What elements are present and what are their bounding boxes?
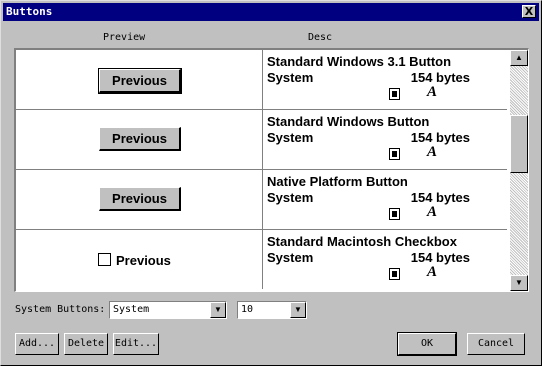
description-cell: Standard Macintosh Checkbox System 154 b… — [267, 234, 503, 286]
preview-checkbox-label: Previous — [116, 253, 171, 268]
column-header-preview: Preview — [103, 32, 146, 43]
window-title: Buttons — [6, 5, 53, 18]
preview-button: Previous — [99, 187, 181, 211]
list-item[interactable]: Previous Standard Windows 3.1 Button Sys… — [16, 50, 507, 110]
list-item[interactable]: Previous Standard Macintosh Checkbox Sys… — [16, 230, 507, 290]
button-style-name: Standard Windows 3.1 Button — [267, 54, 452, 69]
preview-cell: Previous — [16, 110, 263, 169]
button-font: System — [267, 70, 314, 85]
description-cell: Standard Windows Button System 154 bytes… — [267, 114, 503, 166]
description-cell: Standard Windows 3.1 Button System 154 b… — [267, 54, 503, 106]
preview-cell: Previous — [16, 230, 263, 289]
buttons-list[interactable]: Previous Standard Windows 3.1 Button Sys… — [14, 48, 529, 292]
add-button[interactable]: Add... — [15, 333, 59, 355]
preview-cell: Previous — [16, 170, 263, 229]
description-cell: Native Platform Button System 154 bytes … — [267, 174, 503, 226]
preview-cell: Previous — [16, 50, 263, 109]
size-select-value: 10 — [241, 304, 254, 315]
font-select[interactable]: System ▼ — [109, 301, 227, 319]
preview-checkbox: Previous — [98, 253, 171, 268]
button-size: 154 bytes — [410, 190, 470, 205]
font-icon: A — [427, 84, 438, 100]
cancel-button[interactable]: Cancel — [467, 333, 525, 355]
font-icon: A — [427, 264, 438, 280]
buttons-dialog: Buttons X Preview Desc Previous Standard… — [0, 0, 542, 366]
button-style-name: Native Platform Button — [267, 174, 408, 189]
button-size: 154 bytes — [410, 130, 470, 145]
checkbox-icon — [98, 253, 111, 266]
bitmap-icon — [389, 148, 400, 160]
button-font: System — [267, 250, 314, 265]
bitmap-icon — [389, 88, 400, 100]
chevron-down-icon[interactable]: ▼ — [210, 302, 226, 318]
font-icon: A — [427, 144, 438, 160]
column-header-description: Desc — [308, 32, 333, 43]
close-button[interactable]: X — [522, 5, 536, 18]
delete-button[interactable]: Delete — [64, 333, 108, 355]
button-font: System — [267, 130, 314, 145]
button-font: System — [267, 190, 314, 205]
title-bar[interactable]: Buttons X — [3, 3, 539, 21]
scroll-thumb[interactable] — [510, 115, 528, 173]
button-style-name: Standard Macintosh Checkbox — [267, 234, 457, 249]
bitmap-icon — [389, 268, 400, 280]
button-size: 154 bytes — [410, 70, 470, 85]
chevron-down-icon[interactable]: ▼ — [290, 302, 306, 318]
ok-button[interactable]: OK — [397, 332, 457, 356]
button-style-name: Standard Windows Button — [267, 114, 430, 129]
scroll-down-button[interactable]: ▼ — [510, 275, 528, 291]
preview-button: Previous — [98, 68, 182, 94]
button-size: 154 bytes — [410, 250, 470, 265]
font-select-value: System — [113, 304, 150, 315]
size-select[interactable]: 10 ▼ — [237, 301, 307, 319]
list-item[interactable]: Previous Standard Windows Button System … — [16, 110, 507, 170]
scroll-up-button[interactable]: ▲ — [510, 50, 528, 66]
edit-button[interactable]: Edit... — [113, 333, 159, 355]
preview-button: Previous — [99, 127, 181, 151]
list-item[interactable]: Previous Native Platform Button System 1… — [16, 170, 507, 230]
bitmap-icon — [389, 208, 400, 220]
font-icon: A — [427, 204, 438, 220]
system-buttons-label: System Buttons: — [15, 304, 106, 315]
vertical-scrollbar[interactable]: ▲ ▼ — [510, 50, 528, 291]
